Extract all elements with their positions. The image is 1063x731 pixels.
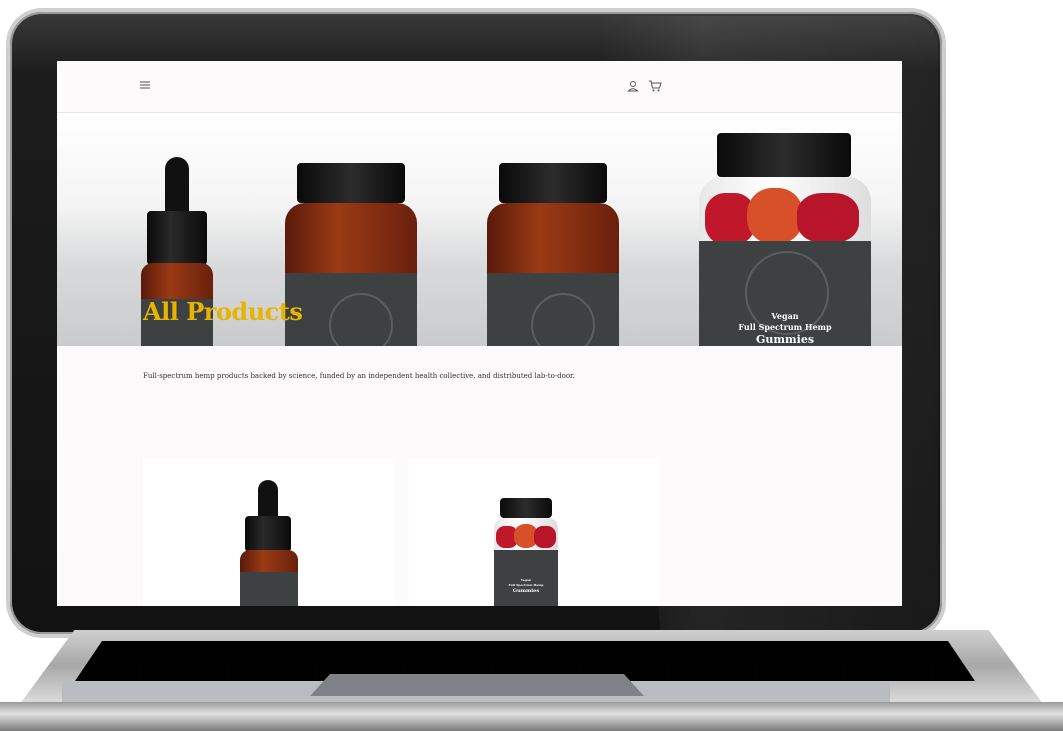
- gummies-jar-image: Vegan Full Spectrum Hemp Gummies: [697, 133, 872, 346]
- hero-label-line1: Vegan: [771, 311, 799, 321]
- cart-icon[interactable]: [648, 79, 662, 92]
- hero-label-line3: Gummies: [755, 333, 815, 346]
- menu-icon[interactable]: [139, 79, 151, 91]
- site-header: [57, 61, 902, 113]
- laptop-front-edge: [0, 702, 1063, 731]
- browser-screen: Vegan Full Spectrum Hemp Gummies All Pro…: [57, 61, 902, 606]
- account-icon[interactable]: [627, 80, 639, 92]
- card-label-line2: Full Spectrum Hemp: [508, 583, 544, 587]
- product-image-dropper: [238, 480, 300, 606]
- page-title: All Products: [143, 297, 303, 326]
- product-image-gummies: Vegan Full Spectrum Hemp Gummies: [492, 498, 560, 606]
- product-card-dropper[interactable]: [143, 458, 394, 606]
- capsule-jar-image-2: [481, 163, 626, 346]
- collection-description: Full-spectrum hemp products backed by sc…: [143, 372, 575, 380]
- laptop-trackpad: [310, 674, 644, 696]
- hero-banner: Vegan Full Spectrum Hemp Gummies All Pro…: [57, 113, 902, 346]
- product-card-gummies[interactable]: Vegan Full Spectrum Hemp Gummies: [408, 458, 659, 606]
- card-label-line3: Gummies: [512, 588, 540, 594]
- hero-label-line2: Full Spectrum Hemp: [738, 322, 832, 332]
- card-label-line1: Vegan: [520, 578, 532, 582]
